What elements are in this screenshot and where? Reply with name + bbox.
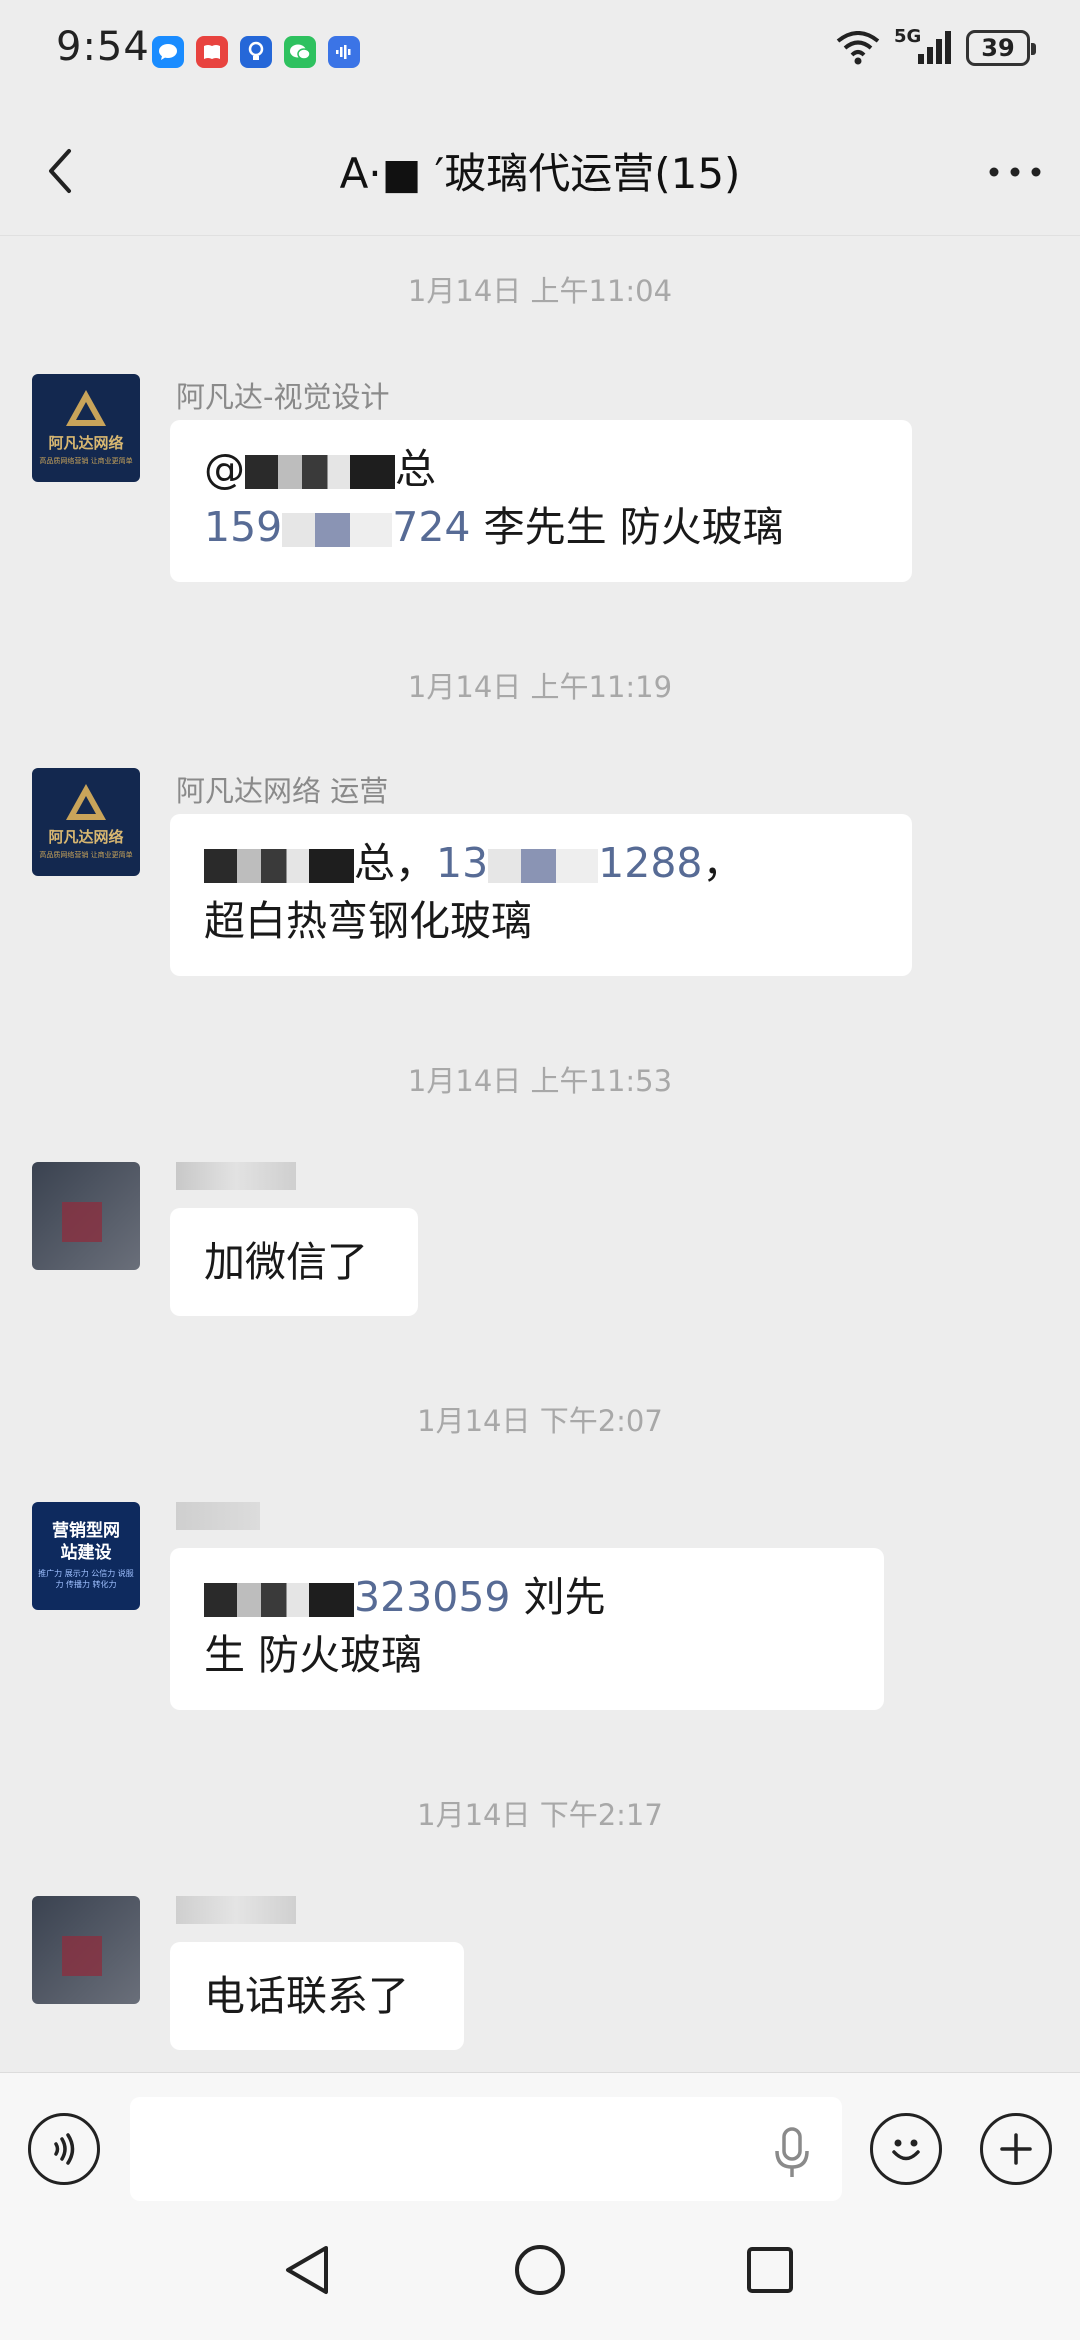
redacted-block (488, 849, 599, 883)
message-line: 电话联系了 (204, 1967, 430, 2025)
timestamp: 1月14日 上午11:53 (407, 1064, 673, 1098)
nav-back-button[interactable] (276, 2238, 340, 2302)
avatar[interactable] (32, 1896, 140, 2004)
sender-name: 阿凡达网络 运营 (176, 774, 389, 808)
phone-number-link: 1288 (598, 839, 703, 887)
voice-mode-button[interactable] (28, 2113, 100, 2185)
message-text: 总 (395, 445, 436, 493)
redacted-block (204, 849, 354, 883)
avatar-brand: 阿凡达网络 (48, 434, 124, 452)
wifi-icon (836, 31, 880, 65)
message-text: 生 防火玻璃 (204, 1631, 423, 1679)
message-bubble[interactable]: 电话联系了 (170, 1942, 464, 2050)
microphone-icon (775, 2127, 809, 2177)
nav-recents-button[interactable] (738, 2238, 802, 2302)
plus-icon (1000, 2133, 1032, 2165)
avatar[interactable]: 阿凡达网络 高品质网络营销 让商业更简单 (32, 768, 140, 876)
message-text: @ (204, 445, 245, 493)
phone-number-link: 323059 (354, 1573, 511, 1621)
avatar-photo (62, 1202, 102, 1242)
emoji-button[interactable] (870, 2113, 942, 2185)
timestamp: 1月14日 下午2:17 (417, 1798, 663, 1832)
phone-number-link: 159 (204, 503, 283, 551)
avatar-slogan: 高品质网络营销 让商业更简单 (39, 851, 133, 859)
system-nav-bar (0, 2202, 1080, 2340)
message-bubble[interactable]: 323059 刘先生 防火玻璃 (170, 1548, 884, 1710)
nav-home-button[interactable] (508, 2238, 572, 2302)
avatar[interactable]: 阿凡达网络 高品质网络营销 让商业更简单 (32, 374, 140, 482)
message-text: 超白热弯钢化玻璃 (204, 897, 532, 945)
sender-name (176, 1162, 296, 1197)
message-input[interactable] (130, 2097, 842, 2201)
microphone-button[interactable] (768, 2125, 816, 2181)
input-bar (0, 2072, 1080, 2203)
timestamp: 1月14日 上午11:04 (407, 274, 673, 308)
message-text: 加微信了 (204, 1238, 368, 1286)
message-text: 总， (354, 839, 436, 887)
message-line: 超白热弯钢化玻璃 (204, 892, 878, 950)
avatar-slogan: 高品质网络营销 让商业更简单 (39, 457, 133, 465)
avatar[interactable]: 营销型网站建设 推广力 展示力 公信力 说服力 传播力 转化力 (32, 1502, 140, 1610)
message-text: 电话联系了 (204, 1972, 409, 2020)
message-list[interactable]: 1月14日 上午11:04 阿凡达网络 高品质网络营销 让商业更简单 阿凡达-视… (0, 236, 1080, 2072)
redacted-block (282, 513, 393, 547)
message-line: @ 总 (204, 440, 878, 498)
status-bar: 9:54 5G 39 (0, 0, 1080, 110)
message-text: 刘先 (510, 1573, 606, 1621)
chat-title: A·■ ′玻璃代运营(15) (339, 149, 741, 198)
message-text: 李先生 防火玻璃 (470, 503, 784, 551)
battery-icon: 39 (966, 30, 1036, 66)
voice-mode-icon (54, 2133, 75, 2165)
message-line: 加微信了 (204, 1233, 384, 1291)
phone-number-link: 724 (392, 503, 471, 551)
timestamp: 1月14日 下午2:07 (417, 1404, 663, 1438)
message-bubble[interactable]: 总，13 1288， 超白热弯钢化玻璃 (170, 814, 912, 976)
voice-app-icon (328, 36, 360, 68)
message-line: 生 防火玻璃 (204, 1626, 850, 1684)
message-bubble[interactable]: 加微信了 (170, 1208, 418, 1316)
nav-home-icon (515, 2245, 565, 2295)
redacted-block (245, 455, 395, 489)
status-time: 9:54 (56, 24, 150, 70)
messages-app-icon (152, 36, 184, 68)
message-text: ， (702, 839, 744, 887)
wechat-app-icon (284, 36, 316, 68)
bulb-app-icon (240, 36, 272, 68)
book-app-icon (196, 36, 228, 68)
message-bubble[interactable]: @ 总 159 724 李先生 防火玻璃 (170, 420, 912, 582)
message-line: 159 724 李先生 防火玻璃 (204, 498, 878, 556)
phone-number-link: 13 (436, 839, 489, 887)
sender-name (176, 1896, 296, 1931)
signal-icon: 5G (894, 26, 952, 66)
nav-recents-icon (747, 2247, 793, 2293)
avatar[interactable] (32, 1162, 140, 1270)
avatar-slogan: 推广力 展示力 公信力 说服力 传播力 转化力 (38, 1569, 134, 1589)
emoji-icon (892, 2139, 920, 2161)
battery-level: 39 (981, 34, 1015, 62)
sender-name: 阿凡达-视觉设计 (176, 380, 390, 414)
notification-icons (152, 36, 360, 68)
status-right: 5G 39 (836, 26, 1036, 66)
avatar-brand: 营销型网站建设 (52, 1521, 120, 1563)
avatar-photo (62, 1936, 102, 1976)
avatar-brand: 阿凡达网络 (48, 828, 124, 846)
more-dots-icon (989, 167, 1041, 177)
chat-header: A·■ ′玻璃代运营(15) (0, 110, 1080, 236)
sender-name (176, 1502, 260, 1537)
timestamp: 1月14日 上午11:19 (407, 670, 673, 704)
more-actions-button[interactable] (980, 2113, 1052, 2185)
message-line: 总，13 1288， (204, 834, 878, 892)
nav-back-icon (286, 2246, 328, 2294)
more-button[interactable] (980, 142, 1050, 202)
redacted-block (204, 1583, 354, 1617)
message-line: 323059 刘先 (204, 1568, 850, 1626)
